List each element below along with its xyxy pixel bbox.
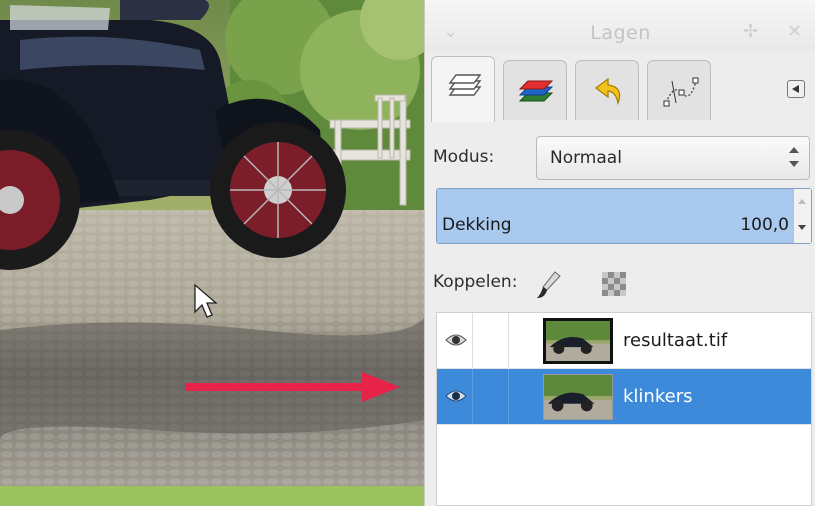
tab-channels[interactable] (503, 60, 567, 120)
undo-history-icon (595, 77, 621, 106)
eye-icon (445, 390, 467, 402)
layer-name[interactable]: klinkers (623, 386, 692, 407)
layer-thumbnail (543, 318, 613, 364)
layer-row-klinkers[interactable]: klinkers (437, 369, 811, 425)
dock-titlebar[interactable]: ⌄ Lagen ✢ ✕ (425, 0, 815, 52)
layer-row-resultaat[interactable]: resultaat.tif (437, 313, 811, 369)
opacity-spinscale[interactable]: Dekking 100,0 (436, 188, 812, 244)
eye-icon (445, 334, 467, 346)
dock-close-icon[interactable]: ✕ (787, 22, 802, 42)
chain-toggle[interactable] (473, 369, 509, 424)
layers-icon (448, 74, 482, 96)
dock-pin-icon[interactable]: ✢ (743, 22, 758, 42)
visibility-toggle[interactable] (437, 369, 473, 424)
opacity-label: Dekking (442, 215, 512, 235)
lock-label: Koppelen: (433, 272, 518, 292)
layer-name[interactable]: resultaat.tif (623, 330, 727, 351)
layer-thumbnail (543, 374, 613, 420)
layers-dock: ⌄ Lagen ✢ ✕ Modus: Normaal Dekking 100,0… (424, 0, 815, 506)
image-canvas[interactable] (0, 0, 424, 506)
layers-list[interactable]: resultaat.tif klinkers (436, 312, 812, 506)
tab-menu-button[interactable] (787, 80, 805, 98)
paths-icon (663, 77, 699, 107)
photo-car-on-cobblestones (0, 0, 424, 506)
tab-paths[interactable] (647, 60, 711, 120)
opacity-stepper[interactable] (793, 189, 811, 243)
lock-pixels-brush-icon[interactable] (535, 270, 563, 300)
mode-label: Modus: (433, 147, 495, 167)
lock-alpha-checker-icon[interactable] (600, 270, 628, 298)
visibility-toggle[interactable] (437, 313, 473, 368)
chain-toggle[interactable] (473, 313, 509, 368)
tab-layers[interactable] (431, 56, 495, 122)
combo-arrows-icon (787, 145, 801, 171)
mode-value: Normaal (550, 148, 622, 168)
dock-tabs (431, 56, 811, 124)
opacity-value: 100,0 (740, 215, 789, 235)
tab-undo-history[interactable] (575, 60, 639, 120)
channels-icon (518, 80, 554, 102)
mode-select[interactable]: Normaal (536, 136, 810, 180)
